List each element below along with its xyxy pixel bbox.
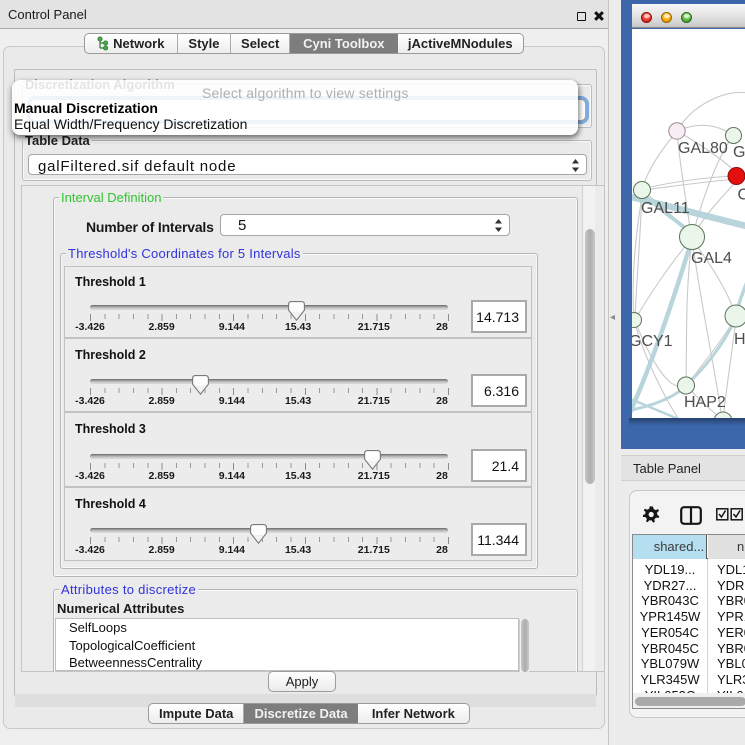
svg-text:H: H <box>734 331 745 348</box>
svg-text:HAP2: HAP2 <box>684 394 726 411</box>
svg-text:C: C <box>738 187 745 204</box>
svg-text:GAL4: GAL4 <box>691 250 732 267</box>
svg-text:GA: GA <box>733 144 745 161</box>
svg-text:GAL11: GAL11 <box>641 200 690 217</box>
svg-text:GCY1: GCY1 <box>632 333 673 350</box>
svg-text:GAL80: GAL80 <box>678 140 728 157</box>
